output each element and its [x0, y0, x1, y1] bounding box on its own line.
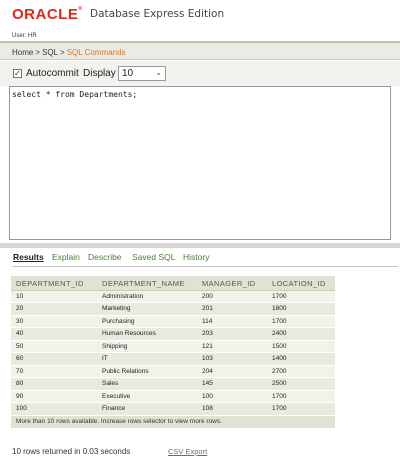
- chevron-down-icon: ⌄: [155, 68, 162, 77]
- pane-resize-handle[interactable]: [0, 243, 400, 248]
- table-cell: 203: [197, 327, 267, 341]
- table-cell: Sales: [97, 377, 197, 391]
- table-cell: 1700: [267, 315, 335, 328]
- table-cell: 10: [11, 290, 97, 303]
- table-cell: Finance: [97, 402, 197, 416]
- table-cell: Shipping: [97, 340, 197, 353]
- breadcrumb-sql[interactable]: SQL: [42, 48, 58, 57]
- table-cell: Administration: [97, 290, 197, 303]
- table-cell: Marketing: [97, 302, 197, 316]
- breadcrumb-current: SQL Commands: [66, 48, 126, 57]
- table-cell: 1400: [267, 352, 335, 366]
- table-cell: 2500: [267, 377, 335, 391]
- table-cell: 108: [197, 402, 267, 416]
- column-header: DEPARTMENT_NAME: [97, 276, 197, 291]
- breadcrumb-home[interactable]: Home: [12, 48, 33, 57]
- breadcrumb-separator: >: [35, 48, 41, 57]
- csv-export-link[interactable]: CSV Export: [168, 447, 207, 456]
- tab-describe[interactable]: Describe: [88, 252, 122, 262]
- table-cell: IT: [97, 352, 197, 366]
- product-name: Database Express Edition: [90, 8, 225, 20]
- more-rows-row: More than 10 rows available. Increase ro…: [11, 415, 335, 429]
- table-cell: 40: [11, 327, 97, 341]
- sql-editor[interactable]: select * from Departments;: [9, 86, 391, 240]
- table-cell: 1700: [267, 390, 335, 403]
- oracle-logo: ORACLE®: [12, 6, 83, 23]
- table-cell: Purchasing: [97, 315, 197, 328]
- table-cell: 50: [11, 340, 97, 353]
- table-cell: 145: [197, 377, 267, 391]
- result-tabs: Results Explain Describe Saved SQL Histo…: [0, 252, 400, 266]
- logo-registered-mark: ®: [78, 6, 83, 12]
- more-rows-note: More than 10 rows available. Increase ro…: [11, 415, 335, 429]
- breadcrumb: Home > SQL > SQL Commands: [0, 45, 400, 60]
- user-label: User: HR: [12, 33, 37, 39]
- table-row: 80 Sales 145 2500: [11, 377, 335, 391]
- table-cell: 1500: [267, 340, 335, 353]
- sql-toolbar: ✓ Autocommit Display 10 ⌄: [0, 61, 400, 86]
- table-row: 40 Human Resources 203 2400: [11, 327, 335, 341]
- autocommit-label: Autocommit: [26, 68, 79, 79]
- breadcrumb-separator: >: [60, 48, 65, 57]
- tab-explain[interactable]: Explain: [52, 252, 80, 262]
- table-row: 30 Purchasing 114 1700: [11, 315, 335, 328]
- table-cell: 204: [197, 365, 267, 378]
- tabs-underline: [12, 266, 398, 267]
- table-row: 90 Executive 100 1700: [11, 390, 335, 403]
- table-cell: 1700: [267, 402, 335, 416]
- table-row: 10 Administration 200 1700: [11, 290, 335, 303]
- table-row: 60 IT 103 1400: [11, 352, 335, 366]
- table-cell: 1800: [267, 302, 335, 316]
- table-cell: Human Resources: [97, 327, 197, 341]
- tab-saved-sql[interactable]: Saved SQL: [132, 252, 175, 262]
- table-cell: 70: [11, 365, 97, 378]
- column-header: LOCATION_ID: [267, 276, 335, 291]
- display-rows-value: 10: [122, 68, 134, 79]
- app-header: ORACLE® Database Express Edition User: H…: [0, 0, 400, 45]
- table-cell: 2400: [267, 327, 335, 341]
- display-rows-select[interactable]: 10 ⌄: [118, 66, 166, 81]
- table-cell: Public Relations: [97, 365, 197, 378]
- table-cell: 200: [197, 290, 267, 303]
- column-header: DEPARTMENT_ID: [11, 276, 97, 291]
- results-table: DEPARTMENT_ID DEPARTMENT_NAME MANAGER_ID…: [11, 276, 335, 429]
- table-cell: 100: [197, 390, 267, 403]
- table-row: 50 Shipping 121 1500: [11, 340, 335, 353]
- table-row: 20 Marketing 201 1800: [11, 302, 335, 316]
- logo-text: ORACLE: [12, 6, 79, 23]
- checkmark-icon: ✓: [14, 69, 21, 78]
- rows-returned-status: 10 rows returned in 0.03 seconds: [12, 447, 131, 456]
- sql-text: select * from Departments;: [12, 90, 138, 99]
- column-header: MANAGER_ID: [197, 276, 267, 291]
- table-cell: 114: [197, 315, 267, 328]
- tab-history[interactable]: History: [183, 252, 209, 262]
- table-cell: 100: [11, 402, 97, 416]
- table-cell: 90: [11, 390, 97, 403]
- autocommit-checkbox[interactable]: ✓: [13, 69, 22, 78]
- table-cell: Executive: [97, 390, 197, 403]
- table-cell: 121: [197, 340, 267, 353]
- table-row: 100 Finance 108 1700: [11, 402, 335, 416]
- table-row: 70 Public Relations 204 2700: [11, 365, 335, 378]
- table-cell: 60: [11, 352, 97, 366]
- table-cell: 1700: [267, 290, 335, 303]
- table-cell: 201: [197, 302, 267, 316]
- table-cell: 80: [11, 377, 97, 391]
- table-cell: 20: [11, 302, 97, 316]
- table-cell: 2700: [267, 365, 335, 378]
- display-label: Display: [83, 68, 116, 79]
- table-cell: 103: [197, 352, 267, 366]
- tab-results[interactable]: Results: [13, 252, 44, 262]
- table-cell: 30: [11, 315, 97, 328]
- table-header-row: DEPARTMENT_ID DEPARTMENT_NAME MANAGER_ID…: [11, 276, 335, 291]
